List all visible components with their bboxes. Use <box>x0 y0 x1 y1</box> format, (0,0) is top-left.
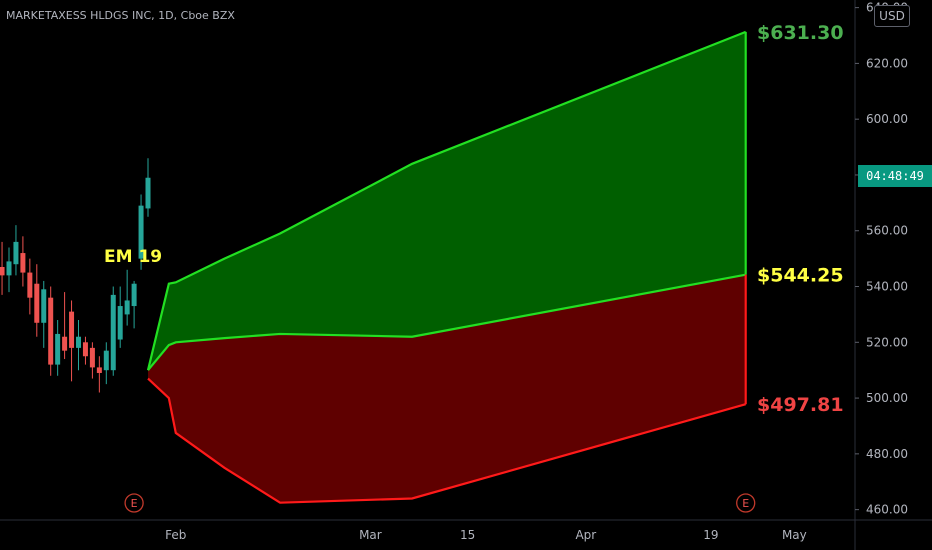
y-tick-label: 620.00 <box>866 56 908 70</box>
x-tick-label: Apr <box>575 528 596 542</box>
candle-body <box>124 300 130 315</box>
earnings-marker-label: E <box>131 497 138 510</box>
x-tick-label: Mar <box>359 528 382 542</box>
candle-body <box>96 367 102 373</box>
candle-body <box>82 342 88 357</box>
candle-body <box>131 283 137 307</box>
candle-body <box>76 336 81 348</box>
x-tick-label: 19 <box>703 528 718 542</box>
candle-body <box>48 297 54 365</box>
y-tick-label: 600.00 <box>866 112 908 126</box>
currency-button[interactable]: USD <box>874 5 910 27</box>
y-tick-label: 480.00 <box>866 447 908 461</box>
countdown-badge: 04:48:49 <box>858 165 932 187</box>
expected-move-chart: 460.00 480.00 500.00 520.00 540.00 560.00 600.… <box>0 0 932 550</box>
candle-body <box>13 241 19 265</box>
candle-body <box>110 294 116 371</box>
y-tick-label: 560.00 <box>866 224 908 238</box>
band-fills <box>148 31 746 503</box>
symbol-header: MARKETAXESS HLDGS INC, 1D, Cboe BZX <box>6 9 235 22</box>
candle-body <box>6 261 12 276</box>
end-label-upper: $631.30 <box>757 22 844 44</box>
candle-body <box>117 306 123 340</box>
y-tick-label: 520.00 <box>866 335 908 349</box>
earnings-marker-label: E <box>742 497 749 510</box>
candle-body <box>0 266 5 276</box>
candles-layer <box>0 158 151 393</box>
end-label-lower: $497.81 <box>757 394 844 416</box>
time-axis: 2021FebMar15Apr19May <box>165 528 807 542</box>
em-label: EM 19 <box>104 247 162 267</box>
y-tick-label: 500.00 <box>866 391 908 405</box>
candle-body <box>55 333 61 365</box>
y-tick-label: 540.00 <box>866 280 908 294</box>
y-tick-label: 460.00 <box>866 503 908 517</box>
candle-body <box>89 347 95 368</box>
candle-body <box>34 283 40 323</box>
candle-body <box>145 177 151 209</box>
candle-body <box>69 311 75 348</box>
earnings-markers: EE <box>124 493 756 513</box>
candle-body <box>103 350 109 371</box>
end-label-middle: $544.25 <box>757 265 844 287</box>
price-axis: 460.00 480.00 500.00 520.00 540.00 560.00 600.… <box>855 1 908 517</box>
x-tick-label: 15 <box>460 528 475 542</box>
candle-body <box>62 336 68 351</box>
candle-body <box>41 289 47 323</box>
x-tick-label: May <box>782 528 807 542</box>
x-tick-label: Feb <box>165 528 186 542</box>
candle-body <box>20 253 26 273</box>
candle-body <box>27 272 33 298</box>
